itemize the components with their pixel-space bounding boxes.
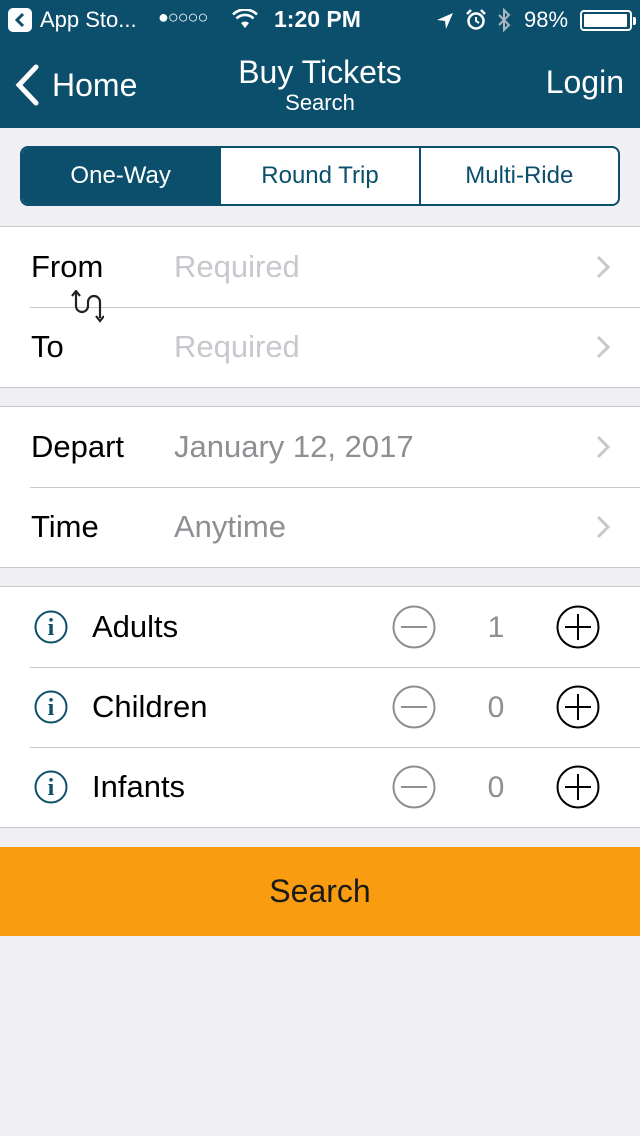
adults-decrement-button[interactable]	[392, 605, 436, 649]
top-bar: App Sto... ●○○○○ 1:20 PM 98% Home Buy Ti…	[0, 0, 640, 128]
home-back-button[interactable]: Home	[14, 60, 137, 110]
tab-round-trip[interactable]: Round Trip	[219, 148, 418, 204]
status-bar: App Sto... ●○○○○ 1:20 PM 98%	[0, 0, 640, 40]
chevron-right-icon	[596, 515, 610, 539]
alarm-icon	[465, 9, 487, 37]
chevron-right-icon	[596, 335, 610, 359]
depart-label: Depart	[31, 429, 125, 464]
svg-text:i: i	[48, 615, 55, 641]
battery-icon	[580, 10, 636, 31]
adults-increment-button[interactable]	[556, 605, 600, 649]
passengers-group: i Adults 1 i Children 0 i Infants 0	[0, 586, 640, 828]
info-icon[interactable]: i	[34, 610, 68, 644]
adults-count: 1	[487, 611, 505, 644]
infants-decrement-button[interactable]	[392, 765, 436, 809]
infants-row: i Infants 0	[0, 747, 640, 827]
to-label: To	[31, 329, 64, 364]
adults-row: i Adults 1	[0, 587, 640, 667]
adults-label: Adults	[92, 609, 179, 644]
chevron-right-icon	[596, 435, 610, 459]
from-field[interactable]: Required	[174, 249, 300, 285]
info-icon[interactable]: i	[34, 770, 68, 804]
location-arrow-icon	[436, 10, 454, 36]
clock: 1:20 PM	[274, 6, 361, 32]
bluetooth-icon	[496, 7, 512, 38]
depart-row[interactable]: Depart January 12, 2017	[0, 407, 640, 487]
infants-label: Infants	[92, 769, 186, 804]
time-value[interactable]: Anytime	[174, 509, 286, 545]
svg-text:i: i	[48, 695, 55, 721]
info-icon[interactable]: i	[34, 690, 68, 724]
time-label: Time	[31, 509, 99, 544]
children-decrement-button[interactable]	[392, 685, 436, 729]
page-title: Buy Tickets Search	[170, 54, 470, 116]
schedule-group: Depart January 12, 2017 Time Anytime	[0, 406, 640, 568]
tab-one-way[interactable]: One-Way	[22, 148, 220, 204]
tab-multi-ride[interactable]: Multi-Ride	[418, 148, 618, 204]
search-button[interactable]: Search	[0, 847, 640, 936]
swap-stations-icon[interactable]	[68, 290, 104, 324]
children-count: 0	[487, 691, 505, 724]
back-app-label[interactable]: App Sto...	[40, 7, 137, 33]
page-title-text: Buy Tickets	[238, 54, 402, 90]
time-row[interactable]: Time Anytime	[0, 487, 640, 567]
children-increment-button[interactable]	[556, 685, 600, 729]
page-subtitle: Search	[285, 90, 355, 115]
infants-count: 0	[487, 771, 505, 804]
login-button[interactable]: Login	[546, 64, 624, 101]
wifi-icon	[232, 8, 258, 35]
chevron-right-icon	[596, 255, 610, 279]
back-to-app-icon[interactable]	[8, 8, 32, 32]
depart-date-value[interactable]: January 12, 2017	[174, 429, 414, 465]
battery-percent: 98%	[524, 7, 569, 32]
from-label: From	[31, 249, 104, 284]
chevron-left-icon	[15, 64, 39, 106]
infants-increment-button[interactable]	[556, 765, 600, 809]
signal-icon: ●○○○○	[158, 7, 208, 27]
svg-text:i: i	[48, 775, 55, 801]
children-row: i Children 0	[0, 667, 640, 747]
to-field[interactable]: Required	[174, 329, 300, 365]
home-back-label: Home	[52, 66, 138, 103]
children-label: Children	[92, 689, 208, 724]
trip-type-selector: One-Way Round Trip Multi-Ride	[20, 146, 620, 206]
